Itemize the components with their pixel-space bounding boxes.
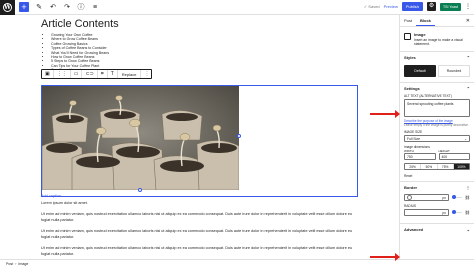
image-caption[interactable]: Add caption <box>41 194 61 198</box>
settings-heading: Settings <box>404 86 420 92</box>
block-card: Image Insert an image to make a visual s… <box>400 27 474 51</box>
image-block-icon <box>404 33 411 40</box>
annotation-arrow-alt-text <box>370 110 400 118</box>
paragraph[interactable]: Ut enim ad minim veniam, quis nostrud ex… <box>41 212 356 223</box>
settings-panel-toggle[interactable]: Settings ⌃ <box>400 82 474 94</box>
image-size-label: IMAGE SIZE <box>404 130 423 135</box>
tab-block[interactable]: Block <box>416 15 435 26</box>
reset-button[interactable]: Reset <box>400 173 474 179</box>
border-control: px ⛓ <box>400 193 474 202</box>
options-menu-icon[interactable]: ⋮ <box>465 3 471 10</box>
more-options-icon[interactable]: ⋮ <box>141 70 152 78</box>
chevron-up-icon: ⌃ <box>466 86 470 92</box>
tab-post[interactable]: Post <box>400 15 416 26</box>
height-field[interactable]: 400 <box>438 153 470 161</box>
breadcrumb-post[interactable]: Post <box>6 262 13 266</box>
undo-icon[interactable]: ↶ <box>49 3 57 11</box>
styles-panel-toggle[interactable]: Styles ⌃ <box>400 51 474 63</box>
border-width-field[interactable]: px <box>404 194 449 202</box>
yoast-button[interactable]: TSI Yoast <box>440 2 461 11</box>
block-toolbar: ▣ ⋮⋮ ▭ ⊂⊃ ⌗ T Replace ⋮ <box>41 69 152 79</box>
breadcrumb-image[interactable]: Image <box>18 262 28 266</box>
block-card-description: Insert an image to make a visual stateme… <box>414 38 463 47</box>
replace-button[interactable]: Replace <box>118 70 142 78</box>
info-icon[interactable]: ⓘ <box>77 2 85 12</box>
page-heading[interactable]: Article Contents <box>41 18 119 30</box>
border-color-swatch[interactable] <box>407 195 412 201</box>
percent-100-button[interactable]: 100% <box>453 164 469 170</box>
radius-field[interactable]: px <box>404 209 449 217</box>
list-item[interactable]: Types of Coffee Beans to Consider <box>51 46 109 50</box>
close-icon[interactable]: ✕ <box>466 18 470 24</box>
resize-handle-bottom[interactable] <box>138 188 142 192</box>
image-dimensions: WIDTH 750 HEIGHT 400 <box>400 149 474 161</box>
border-width-slider[interactable] <box>451 195 462 200</box>
link-sides-icon[interactable]: ⛓ <box>465 195 470 200</box>
more-options-icon: ⋮ <box>466 185 470 191</box>
saved-status: ✓ Saved <box>363 4 380 9</box>
alt-text-label: ALT TEXT (ALTERNATIVE TEXT) <box>404 94 452 99</box>
publish-button[interactable]: Publish <box>401 2 424 11</box>
block-card-title: Image <box>414 32 426 37</box>
drag-handle-icon[interactable]: ⋮⋮ <box>54 70 71 78</box>
image-block[interactable] <box>41 85 358 197</box>
annotation-arrow-advanced <box>370 253 400 261</box>
wordpress-logo-icon[interactable]: W <box>0 0 15 15</box>
sidebar-tabs: Post Block ✕ <box>400 15 474 27</box>
chevron-up-icon: ⌃ <box>466 55 470 61</box>
percent-25-button[interactable]: 25% <box>405 164 422 170</box>
settings-gear-icon[interactable]: ⚙ <box>427 2 437 11</box>
preview-button[interactable]: Preview <box>384 4 398 9</box>
crop-icon[interactable]: ⌗ <box>98 70 108 78</box>
border-heading: Border <box>404 185 418 191</box>
paragraph[interactable]: Ut enim ad minim veniam, quis nostrud ex… <box>41 246 356 257</box>
list-view-icon[interactable]: ≡ <box>91 4 99 11</box>
alt-text-field[interactable]: Several sprouting coffee plants <box>404 99 470 118</box>
image-block-icon[interactable]: ▣ <box>42 70 54 78</box>
text-overlay-icon[interactable]: T <box>108 70 118 78</box>
link-corners-icon[interactable]: ⛓ <box>465 210 470 215</box>
image-size-select[interactable]: Full Size ⌄ <box>404 135 470 143</box>
radius-unit: px <box>442 210 446 215</box>
chevron-down-icon: ⌄ <box>466 227 470 233</box>
border-unit: px <box>442 195 446 200</box>
breadcrumb: Post › Image <box>0 259 474 268</box>
border-panel-toggle[interactable]: Border ⋮ <box>400 181 474 193</box>
advanced-panel-toggle[interactable]: Advanced ⌄ <box>400 223 474 235</box>
styles-heading: Styles <box>404 55 416 61</box>
resize-handle-right[interactable] <box>237 134 241 138</box>
chevron-down-icon: ⌄ <box>464 136 467 141</box>
editor-canvas: Article Contents Growing Your Own Coffee… <box>0 15 399 259</box>
link-icon[interactable]: ⊂⊃ <box>82 70 98 78</box>
coffee-sprouts-photo <box>42 86 239 190</box>
style-rounded-button[interactable]: Rounded <box>438 65 470 78</box>
breadcrumb-separator: › <box>15 262 17 266</box>
size-percent-buttons: 25% 50% 75% 100% <box>404 163 470 171</box>
radius-control: px ⛓ <box>400 208 474 217</box>
radius-slider[interactable] <box>451 210 462 215</box>
table-of-contents-list[interactable]: Growing Your Own Coffee Where to Grow Co… <box>51 33 109 73</box>
advanced-heading: Advanced <box>404 227 424 233</box>
add-block-button[interactable]: + <box>19 2 29 12</box>
settings-sidebar: Post Block ✕ Image Insert an image to ma… <box>399 15 474 259</box>
style-options: Default Rounded <box>400 63 474 82</box>
image-size-value: Full Size <box>407 136 421 141</box>
pen-icon[interactable]: ✎ <box>35 3 43 11</box>
paragraph[interactable]: Lorem ipsum dolor sit amet. <box>41 201 356 207</box>
alt-text-help: Leave empty if the image is purely decor… <box>404 123 469 128</box>
style-default-button[interactable]: Default <box>404 65 436 78</box>
editor-top-toolbar: W + ✎ ↶ ↷ ⓘ ≡ ✓ Saved Preview Publish ⚙ … <box>0 0 474 15</box>
percent-75-button[interactable]: 75% <box>438 164 454 170</box>
percent-50-button[interactable]: 50% <box>421 164 438 170</box>
align-icon[interactable]: ▭ <box>71 70 83 78</box>
width-field[interactable]: 750 <box>404 153 436 161</box>
paragraph[interactable]: Ut enim ad minim veniam, quis nostrud ex… <box>41 229 356 240</box>
redo-icon[interactable]: ↷ <box>63 3 71 11</box>
